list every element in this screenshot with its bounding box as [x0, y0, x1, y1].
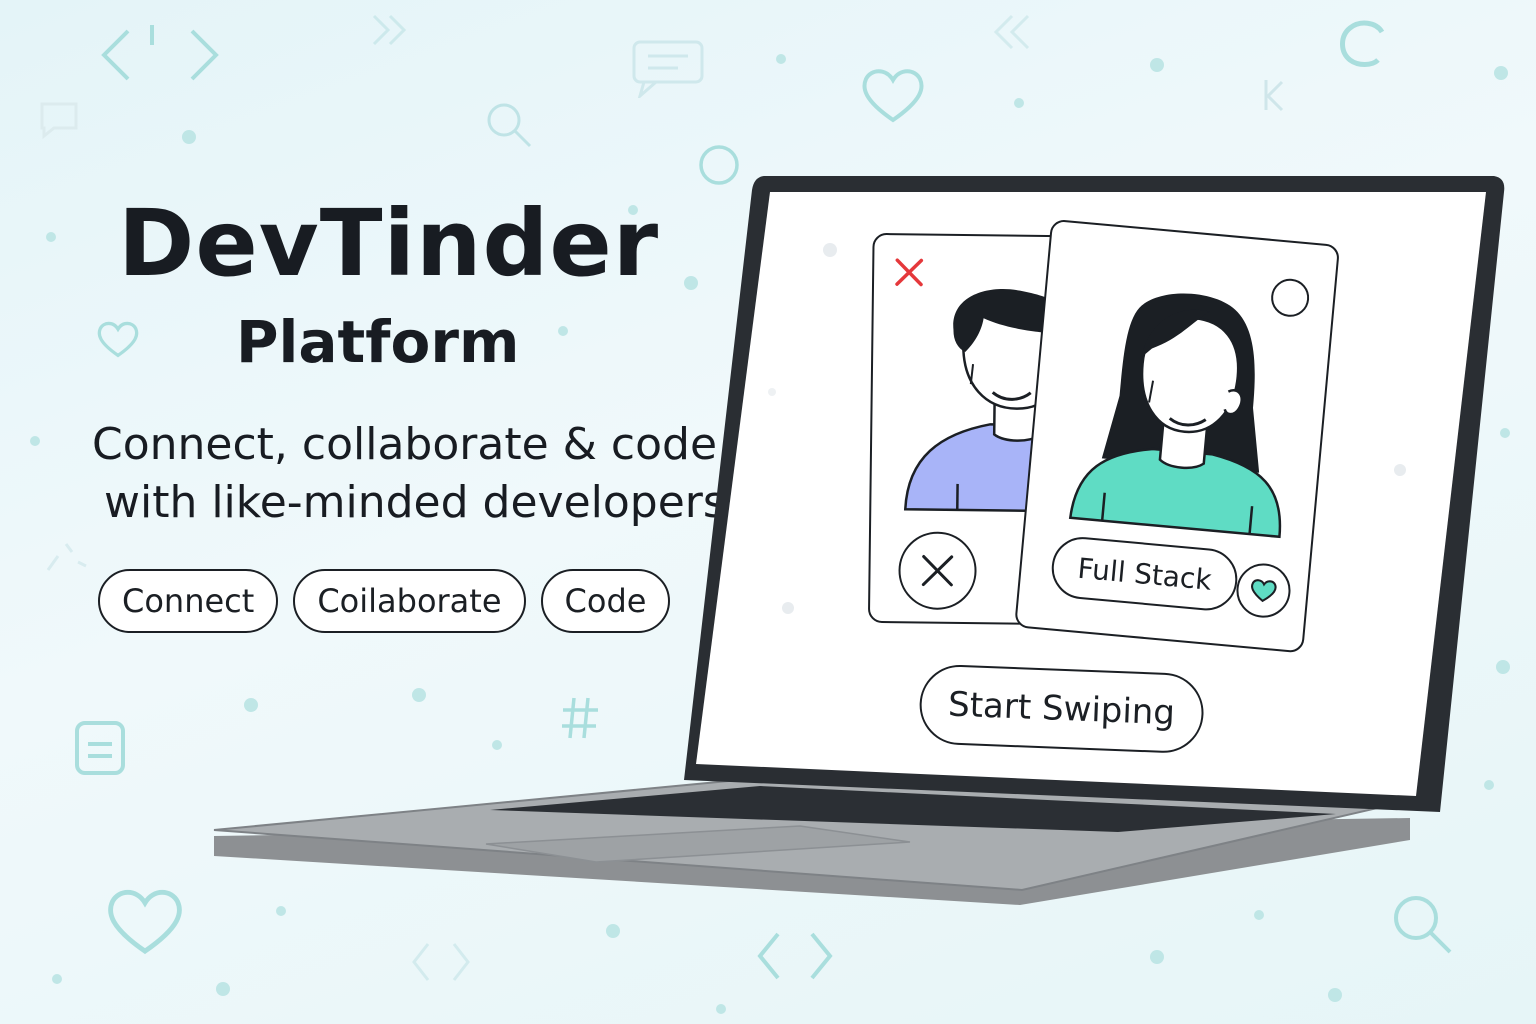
tagline-line-2: with like-minded developers [104, 477, 726, 528]
speech-bubble-icon [36, 100, 82, 140]
decor-dot [1254, 910, 1264, 920]
letter-k-icon [1262, 78, 1286, 112]
decor-dot [1014, 98, 1024, 108]
decor-dot [1496, 660, 1510, 674]
chevron-right-icon [368, 12, 412, 48]
circle-icon [698, 144, 740, 186]
decor-dot [216, 982, 230, 996]
code-brackets-icon [410, 938, 472, 986]
close-icon [921, 555, 954, 587]
pill-code[interactable]: Code [540, 569, 671, 633]
heart-icon [104, 886, 186, 956]
start-swiping-button[interactable]: Start Swiping [918, 663, 1206, 755]
code-brackets-icon [756, 930, 834, 982]
x-icon [895, 258, 924, 287]
female-developer-avatar [1068, 293, 1282, 539]
decor-dot [1500, 428, 1510, 438]
pill-connect[interactable]: Connect [98, 569, 279, 633]
code-brackets-icon [100, 25, 220, 85]
reject-button[interactable] [898, 531, 977, 611]
skill-badge: Full Stack [1049, 534, 1241, 614]
search-icon [484, 100, 534, 150]
heart-icon [1251, 579, 1277, 603]
chevron-left-icon [990, 12, 1034, 52]
search-icon [1390, 892, 1454, 956]
like-button[interactable] [1234, 561, 1293, 620]
decor-dot [1328, 988, 1342, 1002]
decor-dot [492, 740, 502, 750]
chat-bubble-icon [630, 38, 706, 98]
decor-dot [46, 232, 56, 242]
decor-dot [182, 130, 196, 144]
decor-dot [30, 436, 40, 446]
decor-dot [1494, 66, 1508, 80]
decor-dot [52, 974, 62, 984]
decor-dot [716, 1004, 726, 1014]
app-subtitle: Platform [236, 308, 520, 376]
decor-dot [1484, 780, 1494, 790]
swipe-screen: Full Stack Start Swiping [719, 186, 1471, 794]
decor-dot [276, 906, 286, 916]
decor-dot [684, 276, 698, 290]
hashtag-icon [560, 696, 600, 740]
decor-dot [558, 326, 568, 336]
app-title: DevTinder [118, 190, 660, 297]
profile-card-right[interactable]: Full Stack [1014, 218, 1341, 654]
tagline-line-1: Connect, collaborate & code [92, 419, 718, 470]
sparkle-icon [42, 536, 92, 576]
heart-icon [96, 320, 140, 358]
document-icon [74, 720, 128, 776]
decor-dot [606, 924, 620, 938]
decor-dot [1150, 58, 1164, 72]
tagline: Connect, collaborate & code with like-mi… [92, 416, 732, 532]
decor-dot [412, 688, 426, 702]
decor-dot [776, 54, 786, 64]
decor-dot [1150, 950, 1164, 964]
heart-icon [860, 66, 926, 124]
pill-collaborate[interactable]: Coilaborate [293, 569, 526, 633]
decor-dot [244, 698, 258, 712]
refresh-arc-icon [1336, 18, 1392, 68]
feature-pills: Connect Coilaborate Code [98, 569, 671, 633]
